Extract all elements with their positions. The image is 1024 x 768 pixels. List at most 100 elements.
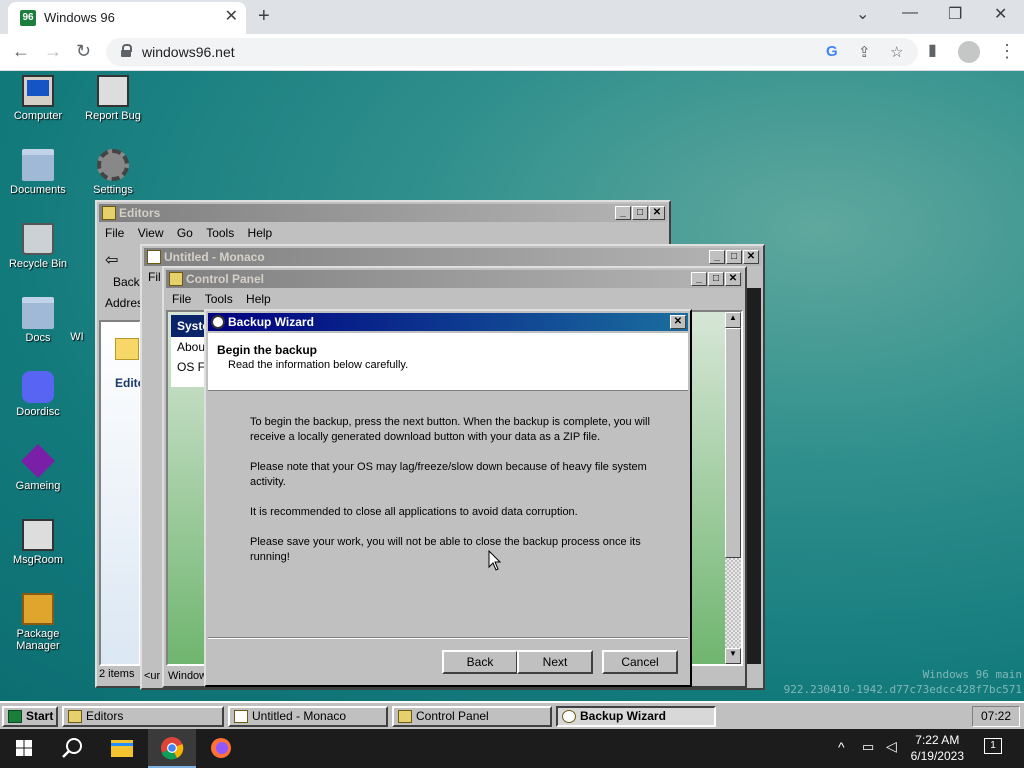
desktop-icon-computer[interactable]: Computer [0, 75, 76, 122]
close-icon[interactable]: ✕ [649, 206, 665, 220]
monaco-titlebar[interactable]: Untitled - Monaco _ □ ✕ [144, 248, 761, 266]
address-bar[interactable]: windows96.net G ⇪ ☆ [106, 38, 918, 66]
clock-date: 6/19/2023 [910, 749, 964, 763]
close-icon[interactable]: ✕ [725, 272, 741, 286]
build-watermark-line2: 922.230410-1942.d77c73edcc428f7bc571 [783, 683, 1022, 696]
task-control-panel[interactable]: Control Panel [392, 706, 552, 727]
scroll-down-icon[interactable]: ▼ [725, 648, 741, 664]
tab-search-chevron-icon[interactable]: ⌄ [856, 4, 869, 24]
cube-icon [21, 444, 55, 478]
back-arrow-icon[interactable]: ← [12, 40, 30, 62]
desktop-icon-gameing[interactable]: Gameing [0, 444, 76, 492]
browser-tab[interactable]: 96 Windows 96 ✕ [8, 2, 246, 34]
w96-clock: 07:22 [972, 706, 1020, 727]
new-tab-plus-icon[interactable]: + [258, 5, 270, 27]
bookmark-star-icon[interactable]: ☆ [890, 43, 903, 61]
google-icon[interactable]: G [826, 43, 838, 60]
w96-taskbar: Start Editors Untitled - Monaco Control … [0, 701, 1024, 729]
wizard-separator [208, 637, 688, 639]
side-panel-icon[interactable]: ▮ [928, 40, 937, 62]
desktop-icon-documents[interactable]: Documents [0, 149, 76, 196]
back-label: Back [113, 275, 140, 289]
firefox-icon[interactable] [198, 729, 246, 768]
close-icon[interactable]: ✕ [743, 250, 759, 264]
desktop-icon-label: Doordisc [16, 406, 60, 418]
task-backup-wizard[interactable]: Backup Wizard [556, 706, 716, 727]
file-explorer-icon[interactable] [98, 729, 146, 768]
menu-view[interactable]: View [138, 226, 164, 240]
back-arrow-icon[interactable]: ⇦ [105, 250, 118, 270]
close-window-icon[interactable]: ✕ [994, 4, 1007, 24]
search-icon[interactable] [48, 729, 96, 768]
minimize-icon[interactable]: _ [709, 250, 725, 264]
settings-icon [97, 149, 129, 181]
task-label: Control Panel [416, 709, 489, 723]
desktop-icon-doordisc[interactable]: Doordisc [0, 371, 76, 418]
next-button[interactable]: Next [517, 650, 593, 674]
minimize-icon[interactable]: _ [615, 206, 631, 220]
network-icon[interactable]: ▭ [862, 739, 874, 755]
control-panel-titlebar[interactable]: Control Panel _ □ ✕ [166, 270, 743, 288]
window-title: Backup Wizard [228, 315, 314, 329]
report-bug-icon [97, 75, 129, 107]
scroll-up-icon[interactable]: ▲ [725, 312, 741, 328]
desktop-icon-package-manager[interactable]: Package Manager [0, 593, 76, 652]
editors-sidebar: Edito [99, 320, 145, 666]
restore-window-icon[interactable]: ❐ [948, 4, 962, 24]
back-button[interactable]: Back [442, 650, 518, 674]
menu-file-partial[interactable]: Fil [148, 270, 161, 284]
desktop-icon-partial[interactable]: WI [62, 331, 92, 343]
chrome-icon[interactable] [148, 729, 196, 768]
browser-menu-icon[interactable]: ⋮ [998, 40, 1016, 62]
desktop-icon-recycle-bin[interactable]: Recycle Bin [0, 223, 76, 270]
wizard-heading: Begin the backup [217, 343, 318, 357]
editors-titlebar[interactable]: Editors _ □ ✕ [99, 204, 667, 222]
desktop-icon-label: Gameing [15, 480, 61, 492]
menu-help[interactable]: Help [248, 226, 273, 240]
desktop-icon-msgroom[interactable]: MsgRoom [0, 519, 76, 566]
maximize-icon[interactable]: □ [632, 206, 648, 220]
task-label: Editors [86, 709, 124, 723]
maximize-icon[interactable]: □ [708, 272, 724, 286]
tab-close-icon[interactable]: ✕ [225, 8, 238, 26]
task-label: Backup Wizard [580, 709, 666, 723]
desktop-icon-label: Package Manager [16, 628, 60, 652]
wizard-body: To begin the backup, press the next butt… [250, 415, 650, 580]
maximize-icon[interactable]: □ [726, 250, 742, 264]
minimize-window-icon[interactable]: — [902, 4, 918, 22]
minimize-icon[interactable]: _ [691, 272, 707, 286]
window-title: Untitled - Monaco [164, 250, 265, 264]
volume-muted-icon[interactable]: ◁ [886, 738, 897, 755]
menu-file[interactable]: File [172, 292, 191, 306]
control-panel-scrollbar[interactable]: ▲ ▼ [725, 312, 741, 664]
menu-help[interactable]: Help [246, 292, 271, 306]
task-label: Untitled - Monaco [252, 709, 347, 723]
reload-icon[interactable]: ↻ [76, 40, 91, 62]
start-button[interactable]: Start [2, 706, 58, 727]
profile-avatar-icon[interactable] [958, 41, 980, 63]
close-icon[interactable]: ✕ [670, 315, 686, 329]
menu-go[interactable]: Go [177, 226, 193, 240]
forward-arrow-icon[interactable]: → [44, 40, 62, 62]
folder-icon [22, 297, 54, 329]
cancel-button[interactable]: Cancel [602, 650, 678, 674]
share-icon[interactable]: ⇪ [858, 43, 871, 61]
monaco-status: <ur [144, 670, 161, 682]
backup-wizard-titlebar[interactable]: Backup Wizard ✕ [208, 313, 688, 331]
menu-tools[interactable]: Tools [206, 226, 234, 240]
desktop-icon-settings[interactable]: Settings [75, 149, 151, 196]
notifications-icon[interactable]: 1 [984, 738, 1002, 754]
backup-icon [211, 315, 225, 329]
task-monaco[interactable]: Untitled - Monaco [228, 706, 388, 727]
menu-file[interactable]: File [105, 226, 124, 240]
backup-wizard-dialog[interactable]: Backup Wizard ✕ Begin the backup Read th… [204, 309, 692, 687]
windows-clock[interactable]: 7:22 AM 6/19/2023 [911, 732, 964, 764]
notification-count: 1 [990, 740, 996, 751]
tray-chevron-up-icon[interactable]: ^ [838, 739, 845, 755]
scroll-thumb[interactable] [725, 328, 741, 558]
windows-start-icon[interactable] [0, 729, 48, 768]
task-editors[interactable]: Editors [62, 706, 224, 727]
desktop-icon-report-bug[interactable]: Report Bug [75, 75, 151, 122]
discord-icon [22, 371, 54, 403]
menu-tools[interactable]: Tools [205, 292, 233, 306]
